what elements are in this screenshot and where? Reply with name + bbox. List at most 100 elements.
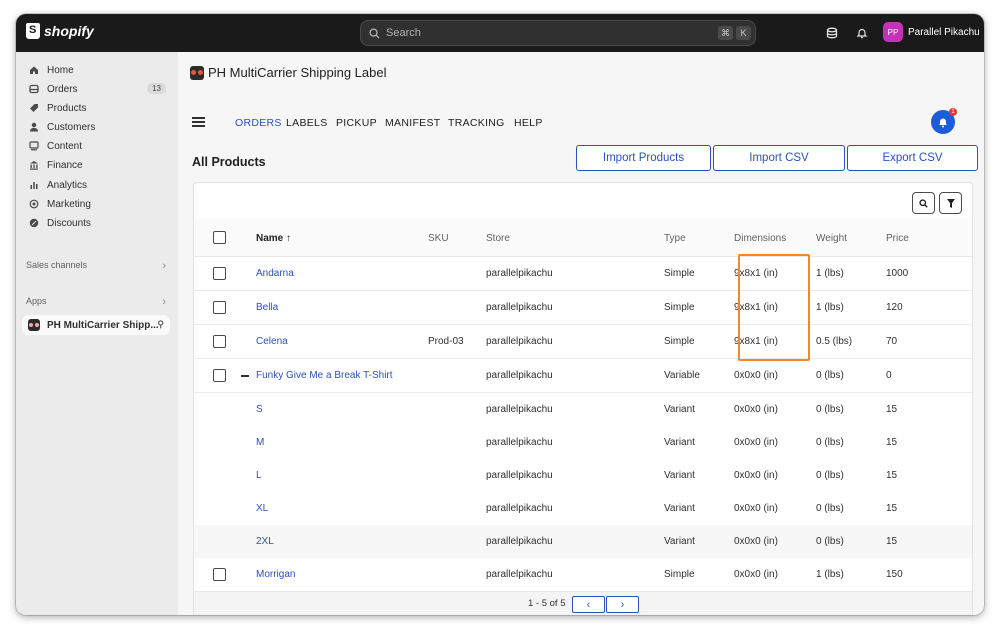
row-name-cell[interactable]: XL bbox=[256, 503, 268, 514]
table-row[interactable]: Sparallelpikachu Variant 0x0x0 (in) 0 (lbs)… bbox=[194, 393, 972, 427]
row-store-cell: parallelpikachu bbox=[486, 503, 553, 514]
table-row[interactable]: Morrigan parallelpikachu Simple 0x0x0 (in) 1… bbox=[194, 558, 972, 592]
row-type-cell: Simple bbox=[664, 569, 695, 580]
sidebar-item-products[interactable]: Products bbox=[22, 99, 170, 117]
row-type-cell: Variant bbox=[664, 437, 695, 448]
previous-page-button[interactable]: ‹ bbox=[572, 596, 605, 613]
sidebar-item-customers[interactable]: Customers bbox=[22, 118, 170, 136]
row-name-cell[interactable]: S bbox=[256, 404, 263, 415]
command-key: ⌘ bbox=[718, 26, 733, 40]
pin-icon[interactable]: ⚲ bbox=[157, 319, 164, 330]
bell-icon[interactable] bbox=[854, 25, 870, 41]
row-weight-cell: 0 (lbs) bbox=[816, 536, 844, 547]
search-button[interactable] bbox=[912, 192, 935, 214]
row-name-cell[interactable]: L bbox=[256, 470, 262, 481]
content-icon bbox=[28, 140, 40, 152]
sidebar-item-home[interactable]: Home bbox=[22, 61, 170, 79]
row-checkbox[interactable] bbox=[213, 568, 226, 581]
sidebar: Home Orders 13 Products Customers Conten… bbox=[16, 52, 178, 615]
row-store-cell: parallelpikachu bbox=[486, 336, 553, 347]
pagination-text: 1 - 5 of 5 bbox=[528, 598, 566, 609]
column-header-name[interactable]: Name ↑ bbox=[256, 233, 291, 244]
k-key: K bbox=[736, 26, 751, 40]
row-type-cell: Variant bbox=[664, 470, 695, 481]
table-row[interactable]: Andarna parallelpikachu Simple 9x8x1 (in) 1 … bbox=[194, 257, 972, 291]
row-price-cell: 15 bbox=[886, 470, 898, 481]
sidebar-item-label: Content bbox=[47, 140, 83, 152]
orders-count-badge: 13 bbox=[147, 83, 166, 94]
sidebar-item-label: Finance bbox=[47, 159, 83, 171]
sidebar-item-label: Orders bbox=[47, 83, 78, 95]
sidebar-item-label: PH MultiCarrier Shipp... bbox=[47, 319, 159, 331]
row-type-cell: Variant bbox=[664, 404, 695, 415]
sidebar-item-finance[interactable]: Finance bbox=[22, 156, 170, 174]
tab-labels[interactable]: LABELS bbox=[286, 117, 328, 129]
app-logo-icon bbox=[28, 319, 40, 331]
bell-icon bbox=[939, 118, 947, 128]
app-window: shopify Search ⌘ K PP Parallel Pikachu H… bbox=[16, 14, 984, 615]
row-price-cell: 120 bbox=[886, 302, 903, 313]
table-row[interactable]: XL parallelpikachu Variant 0x0x0 (in) 0 (lbs… bbox=[194, 492, 972, 526]
row-checkbox[interactable] bbox=[213, 369, 226, 382]
table-row[interactable]: Mparallelpikachu Variant 0x0x0 (in) 0 (lbs)… bbox=[194, 426, 972, 460]
sidebar-item-orders[interactable]: Orders 13 bbox=[22, 80, 170, 98]
sidebar-item-ph-multicarrier[interactable]: PH MultiCarrier Shipp... ⚲ bbox=[22, 315, 170, 335]
home-icon bbox=[28, 64, 40, 76]
sidebar-item-analytics[interactable]: Analytics bbox=[22, 176, 170, 194]
bank-icon bbox=[28, 159, 40, 171]
row-name-cell[interactable]: Morrigan bbox=[256, 569, 295, 580]
table-row[interactable]: Celena Prod-03 parallelpikachu Simple 9x8x1 … bbox=[194, 325, 972, 359]
row-name-cell[interactable]: Bella bbox=[256, 302, 278, 313]
chevron-right-icon: › bbox=[162, 260, 166, 272]
row-name-cell[interactable]: Celena bbox=[256, 336, 288, 347]
row-name-cell[interactable]: M bbox=[256, 437, 264, 448]
import-csv-button[interactable]: Import CSV bbox=[713, 145, 845, 171]
column-header-dimensions: Dimensions bbox=[734, 233, 787, 244]
sidebar-item-discounts[interactable]: Discounts bbox=[22, 214, 170, 232]
collapse-variants-icon[interactable] bbox=[241, 375, 249, 377]
sidebar-item-label: Home bbox=[47, 64, 74, 76]
row-dimensions-cell: 0x0x0 (in) bbox=[734, 437, 778, 448]
page-title: All Products bbox=[192, 155, 266, 169]
app-title: PH MultiCarrier Shipping Label bbox=[190, 65, 386, 80]
row-checkbox[interactable] bbox=[213, 267, 226, 280]
apps-section[interactable]: Apps › bbox=[26, 296, 166, 308]
sidebar-item-content[interactable]: Content bbox=[22, 137, 170, 155]
filter-button[interactable] bbox=[939, 192, 962, 214]
search-input[interactable]: Search ⌘ K bbox=[360, 20, 756, 46]
row-weight-cell: 1 (lbs) bbox=[816, 569, 844, 580]
row-name-cell[interactable]: Funky Give Me a Break T-Shirt bbox=[256, 370, 393, 381]
shopify-logo[interactable]: shopify bbox=[26, 23, 94, 39]
user-menu[interactable]: PP Parallel Pikachu bbox=[883, 22, 980, 42]
import-products-button[interactable]: Import Products bbox=[576, 145, 711, 171]
table-row[interactable]: Lparallelpikachu Variant 0x0x0 (in) 0 (lbs)… bbox=[194, 459, 972, 493]
table-row[interactable]: Funky Give Me a Break T-Shirt parallelpik… bbox=[194, 359, 972, 393]
column-header-store: Store bbox=[486, 233, 510, 244]
search-placeholder: Search bbox=[386, 27, 421, 39]
row-name-cell[interactable]: Andarna bbox=[256, 268, 294, 279]
table-row[interactable]: Bella parallelpikachu Simple 9x8x1 (in) 1 (l… bbox=[194, 291, 972, 325]
row-store-cell: parallelpikachu bbox=[486, 536, 553, 547]
table-row[interactable]: 2XL parallelpikachu Variant 0x0x0 (in) 0 (lb… bbox=[194, 525, 972, 559]
tab-pickup[interactable]: PICKUP bbox=[336, 117, 377, 129]
sales-channels-section[interactable]: Sales channels › bbox=[26, 260, 166, 272]
row-checkbox[interactable] bbox=[213, 301, 226, 314]
top-bar: shopify Search ⌘ K PP Parallel Pikachu bbox=[16, 14, 984, 52]
database-icon[interactable] bbox=[824, 25, 840, 41]
sidebar-item-marketing[interactable]: Marketing bbox=[22, 195, 170, 213]
row-checkbox[interactable] bbox=[213, 335, 226, 348]
select-all-checkbox[interactable] bbox=[213, 231, 226, 244]
hamburger-menu-icon[interactable] bbox=[192, 117, 205, 127]
row-price-cell: 70 bbox=[886, 336, 898, 347]
row-dimensions-cell: 0x0x0 (in) bbox=[734, 370, 778, 381]
notification-bell-button[interactable]: 1 bbox=[931, 108, 957, 134]
tab-help[interactable]: HELP bbox=[514, 117, 543, 129]
row-name-cell[interactable]: 2XL bbox=[256, 536, 274, 547]
next-page-button[interactable]: › bbox=[606, 596, 639, 613]
tab-orders[interactable]: ORDERS bbox=[235, 117, 282, 129]
row-store-cell: parallelpikachu bbox=[486, 470, 553, 481]
row-price-cell: 150 bbox=[886, 569, 903, 580]
tab-tracking[interactable]: TRACKING bbox=[448, 117, 505, 129]
export-csv-button[interactable]: Export CSV bbox=[847, 145, 978, 171]
tab-manifest[interactable]: MANIFEST bbox=[385, 117, 440, 129]
